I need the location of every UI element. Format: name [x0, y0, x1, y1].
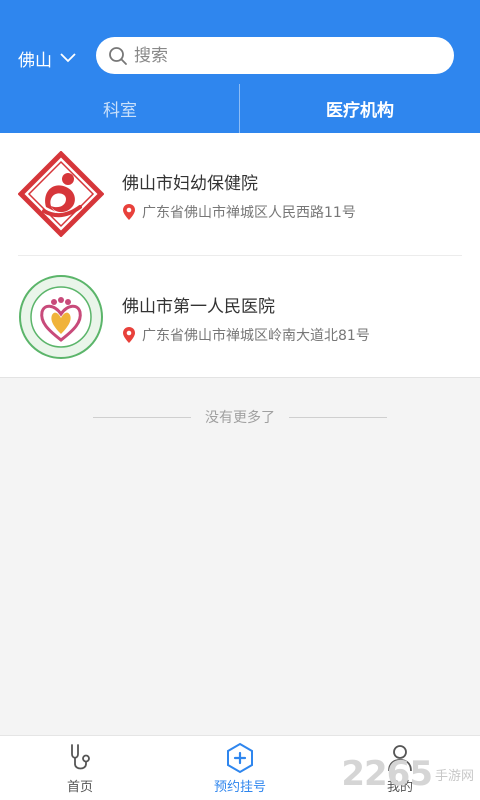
city-selector[interactable]: 佛山: [18, 44, 76, 72]
hospital-logo-maternal-child: [18, 151, 104, 237]
location-pin-icon: [123, 327, 135, 343]
search-bar[interactable]: [96, 37, 454, 74]
tab-department[interactable]: 科室: [0, 84, 240, 133]
tab-divider: [239, 84, 240, 133]
divider-line: [289, 416, 387, 418]
address-text: 广东省佛山市禅城区岭南大道北81号: [142, 328, 370, 344]
hospital-name: 佛山市第一人民医院: [122, 297, 275, 317]
watermark: 2265 手游网: [341, 754, 474, 794]
hospital-name: 佛山市妇幼保健院: [122, 174, 258, 194]
divider-line: [93, 416, 191, 418]
watermark-sub: 手游网: [434, 768, 474, 784]
nav-label: 预约挂号: [213, 780, 266, 795]
nav-label: 首页: [66, 780, 93, 795]
search-input[interactable]: [134, 45, 434, 66]
search-icon: [109, 46, 127, 65]
tab-bar: 科室 医疗机构: [0, 84, 480, 133]
address-text: 广东省佛山市禅城区人民西路11号: [142, 205, 356, 221]
location-pin-icon: [123, 204, 135, 220]
nav-home[interactable]: 首页: [0, 736, 160, 800]
no-more-indicator: 没有更多了: [0, 406, 480, 428]
hospital-address: 广东省佛山市禅城区人民西路11号: [122, 202, 356, 222]
hospital-address: 广东省佛山市禅城区岭南大道北81号: [122, 325, 370, 345]
plus-hexagon-icon: [227, 742, 253, 774]
city-label: 佛山: [18, 50, 52, 71]
hospital-list: 佛山市妇幼保健院 广东省佛山市禅城区人民西路11号 佛山市第一人民医院 广东省佛…: [0, 133, 480, 378]
list-item-hospital[interactable]: 佛山市妇幼保健院 广东省佛山市禅城区人民西路11号: [0, 133, 480, 256]
watermark-main: 2265: [341, 754, 433, 794]
hospital-logo-first-people: [19, 275, 103, 359]
list-item-hospital[interactable]: 佛山市第一人民医院 广东省佛山市禅城区岭南大道北81号: [0, 256, 480, 378]
header: 佛山 科室 医疗机构: [0, 0, 480, 133]
tab-medical-institution[interactable]: 医疗机构: [240, 84, 480, 133]
stethoscope-icon: [71, 744, 90, 770]
no-more-text: 没有更多了: [205, 410, 275, 426]
nav-appointment[interactable]: 预约挂号: [160, 736, 320, 800]
chevron-down-icon: [60, 53, 76, 63]
